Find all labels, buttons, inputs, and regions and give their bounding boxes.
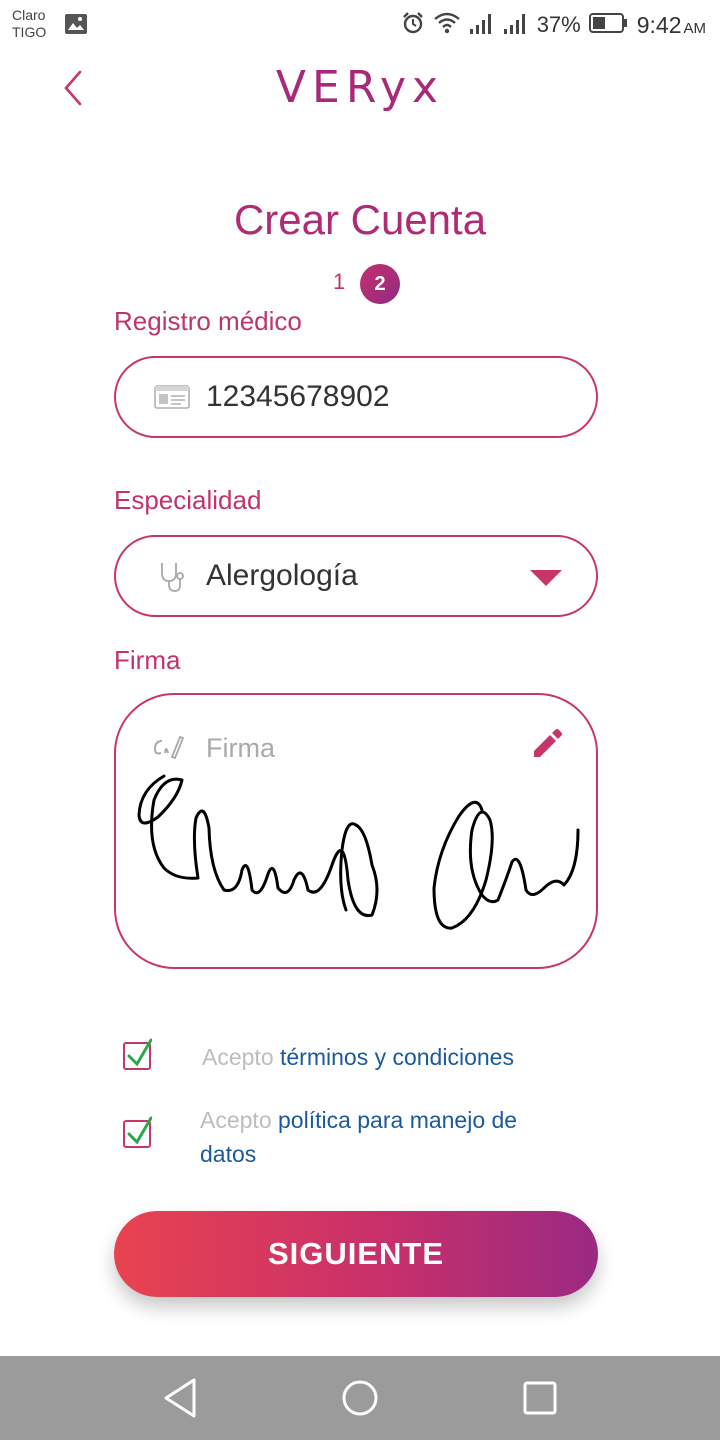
page-title: Crear Cuenta (233, 196, 487, 243)
nav-back-icon[interactable] (160, 1376, 200, 1424)
image-notification-icon (64, 13, 88, 39)
check-icon (127, 1116, 152, 1145)
clock: 9:42 AM (636, 11, 706, 38)
app-logo: VERyx (275, 62, 445, 113)
registro-field[interactable]: 12345678902 (114, 356, 598, 438)
terms-checkbox[interactable] (123, 1038, 152, 1070)
battery-icon (588, 12, 629, 39)
terms-prefix: Acepto (202, 1044, 274, 1070)
stethoscope-icon (158, 561, 184, 597)
signature-icon (152, 733, 186, 765)
signature-drawing (137, 774, 580, 930)
signature-pad[interactable]: Firma (114, 693, 598, 969)
registro-label: Registro médico (114, 306, 302, 336)
privacy-prefix: Acepto (200, 1107, 272, 1133)
signal-icon (469, 11, 495, 40)
wifi-icon (433, 11, 461, 40)
pencil-icon[interactable] (530, 727, 562, 763)
nav-recents-icon[interactable] (520, 1376, 560, 1424)
step-inactive: 1 (333, 269, 346, 294)
battery-percent: 37% (536, 12, 581, 37)
step-active: 2 (360, 264, 400, 304)
privacy-checkbox[interactable] (123, 1116, 152, 1148)
firma-label: Firma (114, 645, 181, 675)
system-nav-bar (0, 1356, 720, 1440)
status-icons: 37% 9:42 AM (401, 10, 706, 40)
id-card-icon (154, 384, 190, 414)
signal-icon (503, 11, 529, 40)
privacy-consent: Acepto política para manejo de datos (200, 1103, 570, 1171)
registro-input[interactable]: 12345678902 (206, 380, 390, 414)
nav-home-icon[interactable] (340, 1376, 380, 1424)
alarm-icon (401, 11, 425, 40)
especialidad-select[interactable]: Alergología (114, 535, 598, 617)
especialidad-value: Alergología (206, 559, 358, 592)
terms-link[interactable]: términos y condiciones (280, 1044, 514, 1070)
carrier-label: Claro TIGO (12, 7, 47, 40)
step-indicator: 1 2 (0, 263, 720, 304)
next-button[interactable]: SIGUIENTE (114, 1211, 598, 1297)
status-bar: Claro TIGO 37% 9:42 AM (0, 0, 720, 50)
especialidad-label: Especialidad (114, 485, 262, 515)
terms-consent: Acepto términos y condiciones (202, 1040, 514, 1074)
signature-placeholder: Firma (206, 733, 275, 763)
check-icon (127, 1038, 152, 1067)
caret-down-icon[interactable] (530, 570, 562, 586)
